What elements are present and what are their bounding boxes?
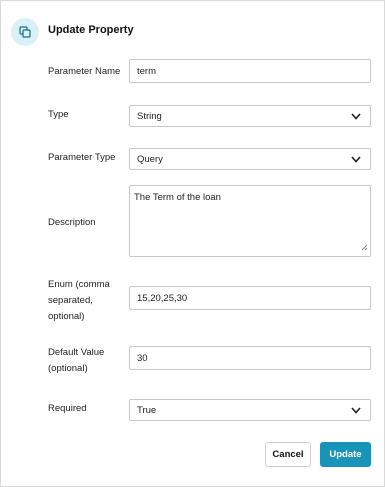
parameter-type-label: Parameter Type bbox=[48, 152, 116, 163]
chevron-down-icon bbox=[349, 405, 363, 415]
description-textarea[interactable]: The Term of the loan bbox=[129, 185, 371, 257]
description-label: Description bbox=[48, 217, 96, 228]
type-label: Type bbox=[48, 109, 69, 120]
cancel-button[interactable]: Cancel bbox=[265, 442, 311, 467]
copy-icon bbox=[11, 18, 39, 46]
required-select[interactable]: True bbox=[129, 399, 371, 421]
parameter-name-value: term bbox=[137, 65, 156, 77]
resize-handle-icon[interactable] bbox=[361, 243, 368, 254]
enum-label: Enum (comma separated, optional) bbox=[48, 279, 110, 322]
chevron-down-icon bbox=[349, 111, 363, 121]
type-select[interactable]: String bbox=[129, 105, 371, 127]
required-value: True bbox=[137, 404, 157, 416]
parameter-type-select[interactable]: Query bbox=[129, 148, 371, 170]
dialog-title: Update Property bbox=[48, 24, 134, 36]
parameter-name-input[interactable]: term bbox=[129, 59, 371, 83]
enum-input[interactable]: 15,20,25,30 bbox=[129, 286, 371, 310]
update-button[interactable]: Update bbox=[320, 442, 371, 467]
default-value-value: 30 bbox=[137, 352, 148, 364]
default-value-input[interactable]: 30 bbox=[129, 346, 371, 370]
enum-value: 15,20,25,30 bbox=[137, 292, 188, 304]
parameter-name-label: Parameter Name bbox=[48, 66, 121, 77]
parameter-type-value: Query bbox=[137, 153, 163, 165]
description-value: The Term of the loan bbox=[134, 192, 221, 203]
required-label: Required bbox=[48, 403, 87, 414]
update-property-dialog: Update Property Parameter Name term Type… bbox=[0, 0, 385, 487]
type-value: String bbox=[137, 110, 162, 122]
default-value-label: Default Value (optional) bbox=[48, 347, 105, 374]
chevron-down-icon bbox=[349, 154, 363, 164]
